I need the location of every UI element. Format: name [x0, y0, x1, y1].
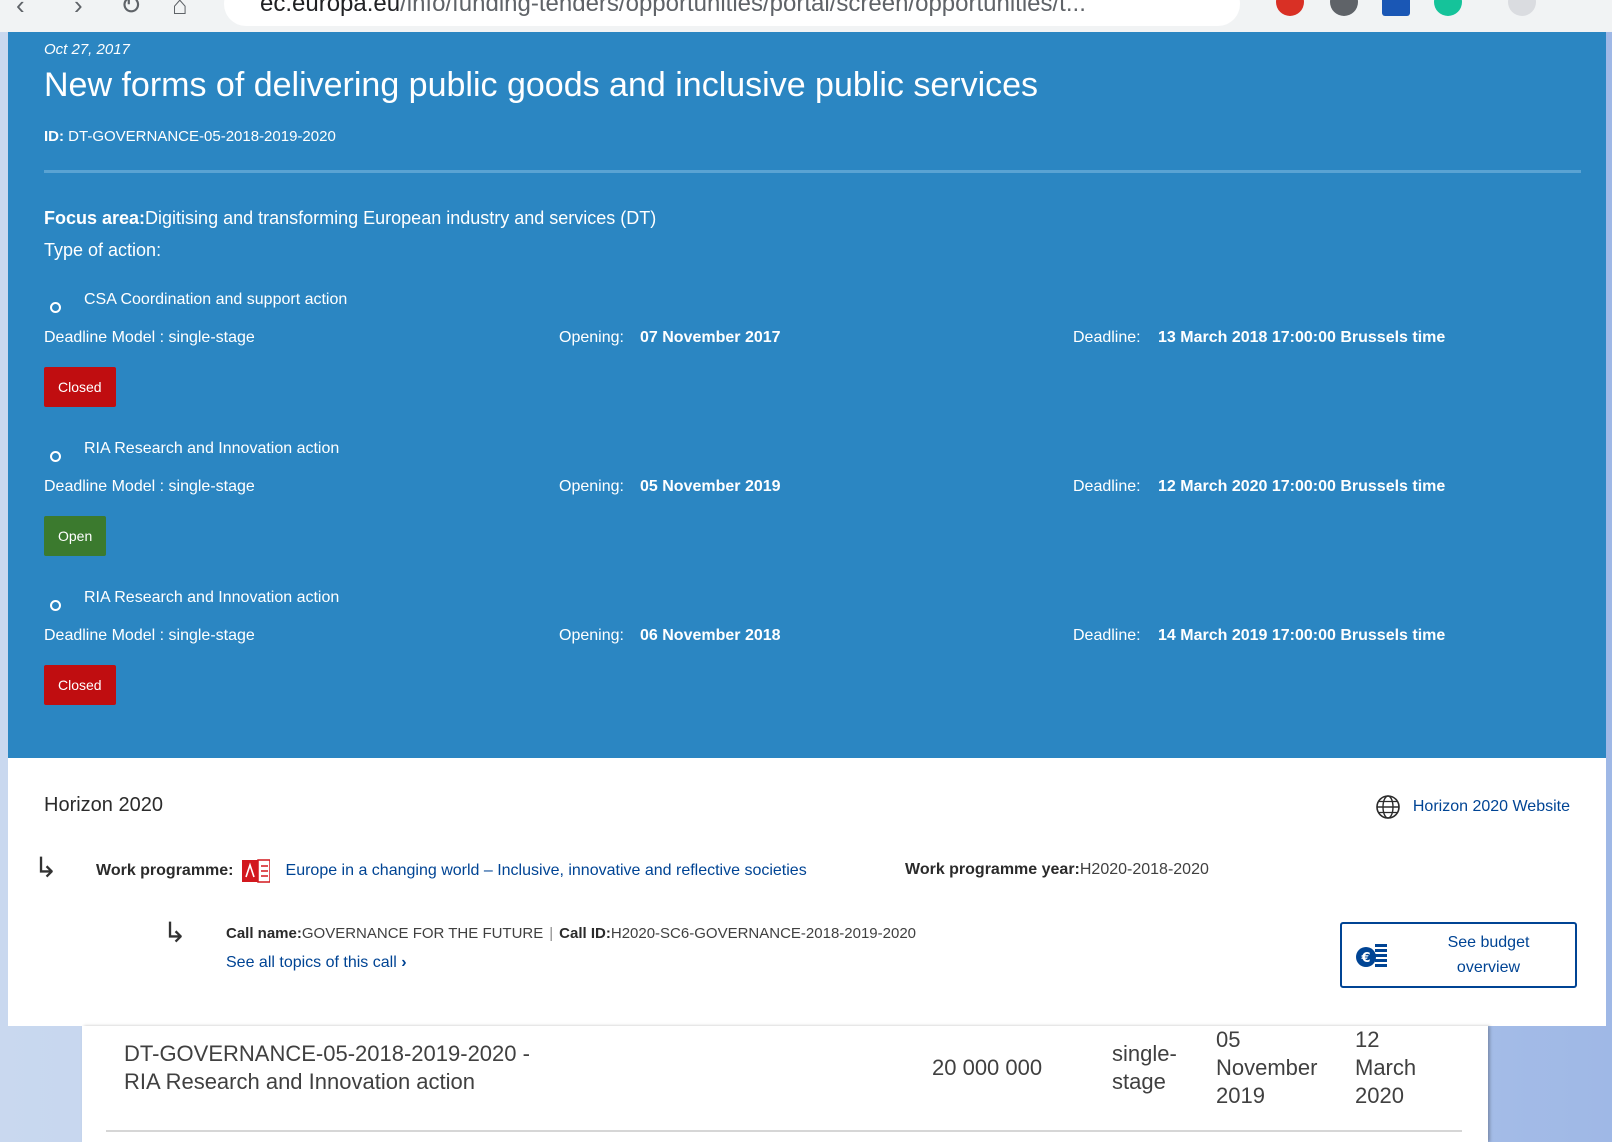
extension-icon[interactable]	[1434, 0, 1462, 16]
deadline-model: Deadline Model : single-stage	[44, 627, 255, 644]
extension-icon[interactable]	[1276, 0, 1304, 16]
address-bar[interactable]: ec.europa.eu/info/funding-tenders/opport…	[224, 0, 1240, 26]
action-name: RIA Research and Innovation action	[84, 589, 340, 606]
programme-name: Horizon 2020	[44, 794, 163, 816]
topic-id-value: DT-GOVERNANCE-05-2018-2019-2020	[68, 128, 336, 145]
status-badge-open: Open	[44, 516, 107, 556]
opening-label: Opening:	[559, 627, 624, 644]
chevron-right-icon: ›	[401, 954, 407, 971]
sub-arrow-icon: ↳	[34, 852, 58, 883]
divider	[44, 170, 1581, 173]
work-programme-label: Work programme:	[96, 862, 234, 879]
topic-header: Oct 27, 2017 New forms of delivering pub…	[8, 32, 1606, 758]
extension-icon[interactable]	[1382, 0, 1410, 16]
call-name-value: GOVERNANCE FOR THE FUTURE	[301, 925, 544, 942]
row-divider	[106, 1130, 1462, 1132]
work-programme-link[interactable]: Europe in a changing world – Inclusive, …	[286, 862, 807, 880]
status-badge-closed: Closed	[44, 665, 116, 705]
table-cell-topic: DT-GOVERNANCE-05-2018-2019-2020 - RIA Re…	[124, 1041, 530, 1094]
opening-date: 05 November 2019	[640, 478, 781, 495]
bullet-icon	[50, 451, 61, 462]
call-id-value: H2020-SC6-GOVERNANCE-2018-2019-2020	[610, 925, 917, 942]
status-badge-closed: Closed	[44, 367, 116, 407]
table-cell-opening: 05 November 2019	[1216, 1027, 1318, 1108]
see-all-topics-label: See all topics of this call	[226, 954, 397, 971]
action-item: RIA Research and Innovation action Deadl…	[44, 589, 1604, 719]
programme-website-link[interactable]: Horizon 2020 Website	[1375, 794, 1570, 820]
budget-table: DT-GOVERNANCE-05-2018-2019-2020 - RIA Re…	[82, 1026, 1488, 1142]
opening-date: 07 November 2017	[640, 329, 781, 346]
opening-label: Opening:	[559, 478, 624, 495]
table-cell-deadline: 12 March 2020	[1355, 1027, 1417, 1108]
see-all-topics-link[interactable]: See all topics of this call ›	[226, 954, 407, 972]
reload-icon[interactable]: ↻	[120, 0, 142, 21]
separator: |	[549, 925, 554, 942]
bullet-icon	[50, 600, 61, 611]
table-cell-stage: single-stage	[1112, 1041, 1177, 1094]
programme-panel: Horizon 2020 Horizon 2020 Website ↳ Work…	[8, 758, 1606, 1026]
deadline-date: 12 March 2020 17:00:00 Brussels time	[1158, 478, 1446, 495]
type-of-action-label: Type of action:	[44, 240, 162, 260]
work-programme: Work programme: Europe in a changing wor…	[96, 859, 807, 883]
deadline-label: Deadline:	[1073, 478, 1141, 495]
home-icon[interactable]: ⌂	[172, 0, 188, 21]
deadline-date: 14 March 2019 17:00:00 Brussels time	[1158, 627, 1446, 644]
topic-date: Oct 27, 2017	[44, 41, 130, 58]
focus-area-label: Focus area:	[44, 208, 146, 228]
extension-icon[interactable]	[1330, 0, 1358, 16]
work-programme-year-value: H2020-2018-2020	[1079, 861, 1209, 878]
focus-area: Focus area:Digitising and transforming E…	[44, 208, 656, 229]
bullet-icon	[50, 302, 61, 313]
opening-label: Opening:	[559, 329, 624, 346]
svg-text:€: €	[1360, 951, 1370, 966]
topic-id: ID: DT-GOVERNANCE-05-2018-2019-2020	[44, 128, 336, 145]
sub-arrow-icon: ↳	[163, 917, 187, 948]
globe-icon	[1376, 795, 1400, 819]
profile-avatar[interactable]	[1508, 0, 1536, 16]
browser-toolbar: ‹ › ↻ ⌂ ec.europa.eu/info/funding-tender…	[0, 0, 1612, 32]
focus-area-value: Digitising and transforming European ind…	[145, 208, 657, 228]
deadline-date: 13 March 2018 17:00:00 Brussels time	[1158, 329, 1446, 346]
pdf-icon[interactable]	[241, 859, 270, 883]
opening-date: 06 November 2018	[640, 627, 781, 644]
url-path: /info/funding-tenders/opportunities/port…	[400, 0, 1086, 17]
call-id-label: Call ID:	[559, 925, 611, 942]
work-programme-year: Work programme year:H2020-2018-2020	[905, 861, 1209, 879]
deadline-label: Deadline:	[1073, 329, 1141, 346]
action-item: RIA Research and Innovation action Deadl…	[44, 440, 1604, 570]
back-icon[interactable]: ‹	[16, 0, 25, 21]
programme-website-label: Horizon 2020 Website	[1412, 798, 1570, 815]
deadline-model: Deadline Model : single-stage	[44, 478, 255, 495]
work-programme-year-label: Work programme year:	[905, 861, 1080, 878]
call-name-label: Call name:	[226, 925, 302, 942]
topic-title: New forms of delivering public goods and…	[44, 66, 1039, 104]
url-host: ec.europa.eu	[260, 0, 401, 17]
action-name: CSA Coordination and support action	[84, 291, 348, 308]
budget-overview-button[interactable]: € See budget overview	[1340, 922, 1577, 988]
table-cell-amount: 20 000 000	[932, 1055, 1043, 1080]
deadline-model: Deadline Model : single-stage	[44, 329, 255, 346]
budget-overview-label: See budget overview	[1447, 934, 1530, 976]
topic-id-label: ID:	[44, 128, 64, 145]
forward-icon[interactable]: ›	[74, 0, 83, 21]
call-info: Call name:GOVERNANCE FOR THE FUTURE | Call…	[226, 925, 916, 942]
deadline-label: Deadline:	[1073, 627, 1141, 644]
action-name: RIA Research and Innovation action	[84, 440, 340, 457]
action-item: CSA Coordination and support action Dead…	[44, 291, 1604, 421]
euro-coins-icon: €	[1342, 941, 1402, 969]
